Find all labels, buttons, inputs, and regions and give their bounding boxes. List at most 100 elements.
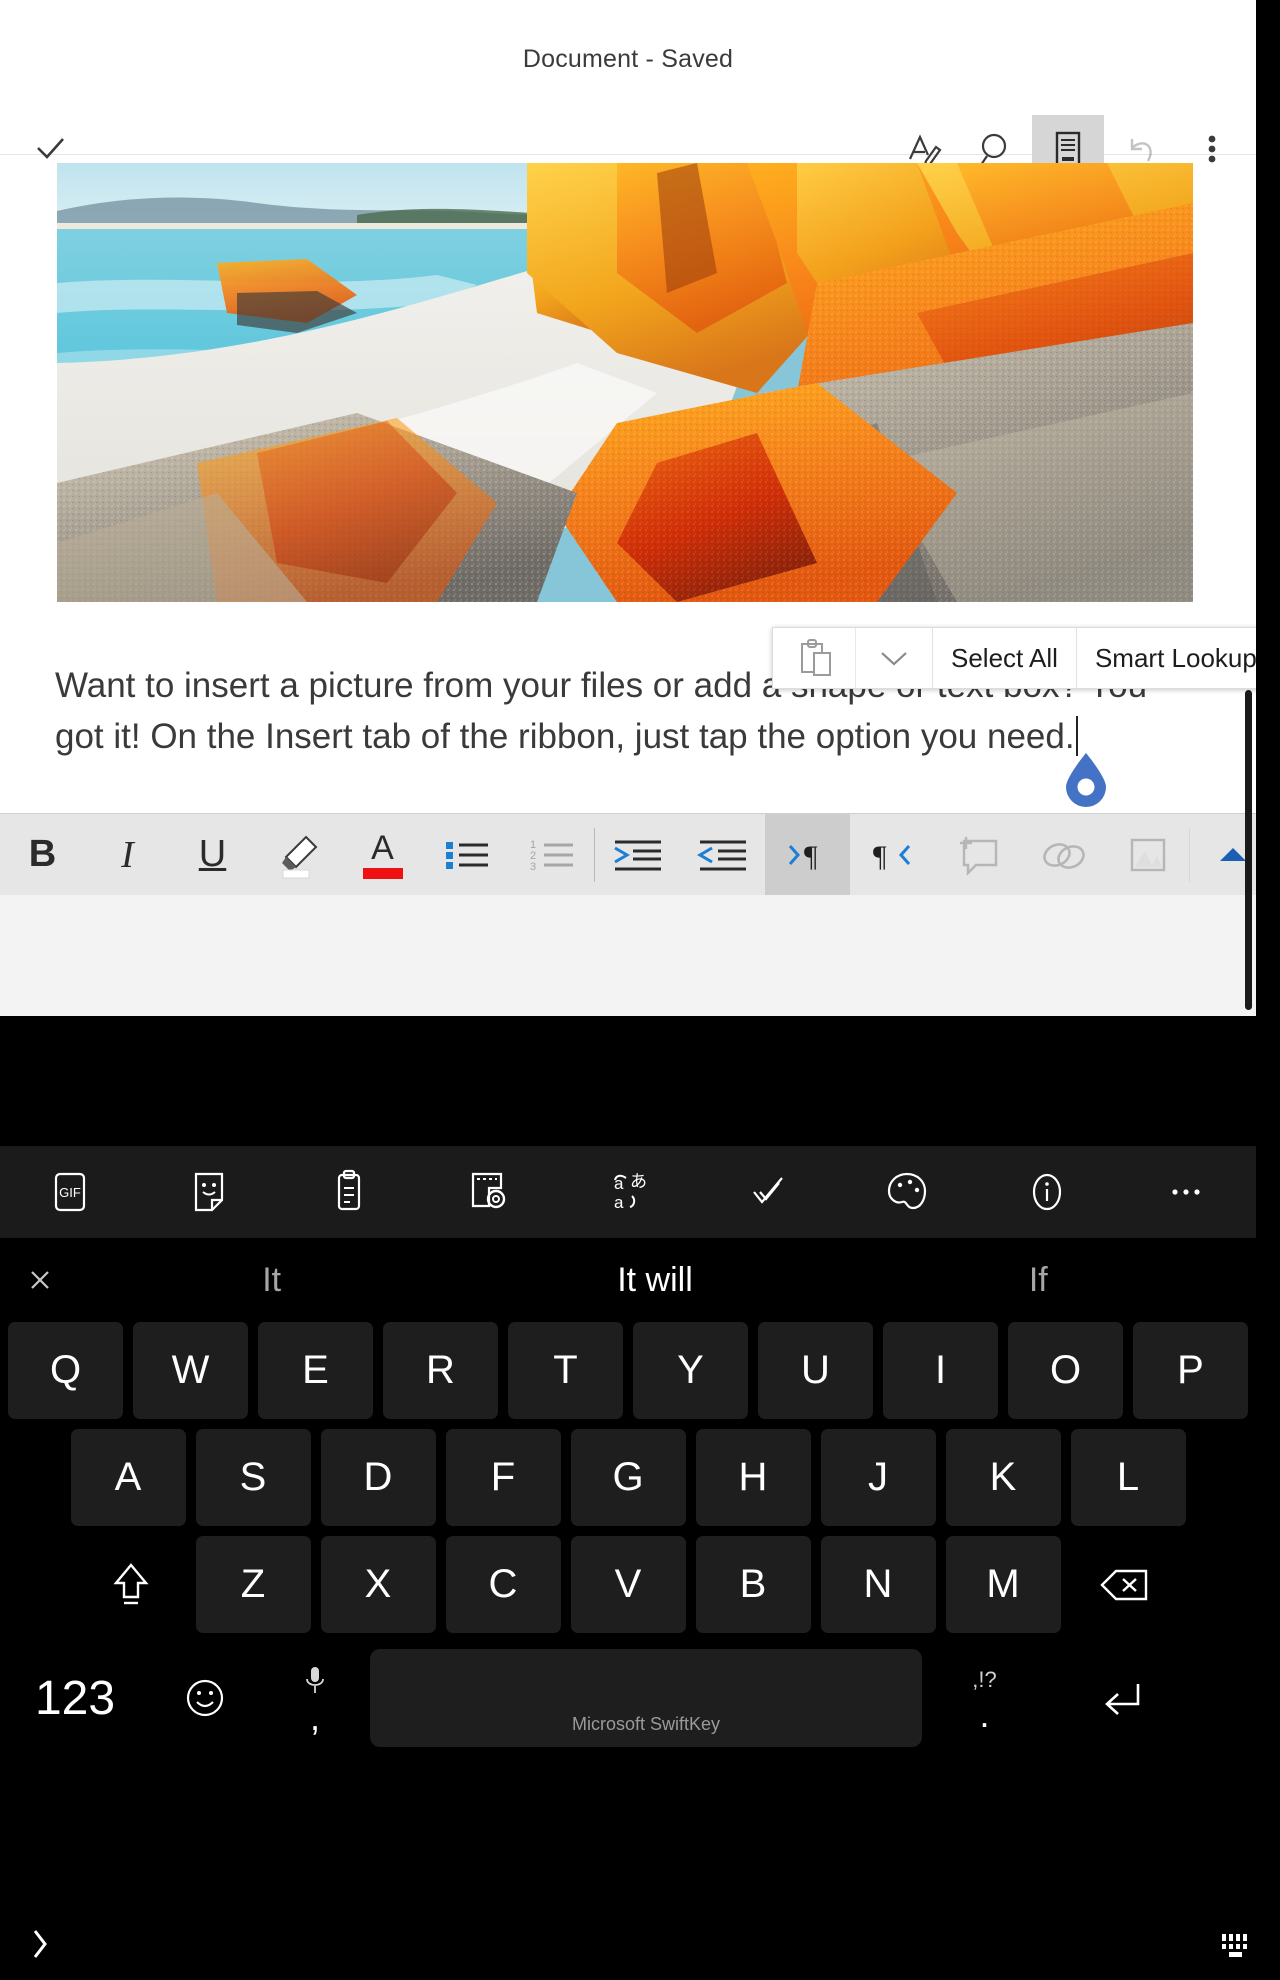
prediction-left[interactable]: It bbox=[80, 1261, 463, 1300]
link-button[interactable] bbox=[1020, 814, 1105, 895]
ltr-paragraph-button[interactable]: ¶ bbox=[765, 814, 850, 895]
link-icon bbox=[1042, 842, 1085, 869]
document-scrollbar[interactable] bbox=[1245, 690, 1252, 1010]
space-key[interactable]: Microsoft SwiftKey bbox=[370, 1649, 922, 1747]
increase-indent-button[interactable] bbox=[595, 814, 680, 895]
highlighter-icon bbox=[281, 835, 317, 878]
key-j[interactable]: J bbox=[820, 1429, 936, 1526]
customize-button[interactable] bbox=[419, 1146, 559, 1238]
key-d[interactable]: D bbox=[320, 1429, 436, 1526]
key-i[interactable]: I bbox=[883, 1322, 998, 1419]
info-icon bbox=[1032, 1173, 1061, 1211]
numbered-list-icon: 1 2 3 bbox=[530, 839, 573, 873]
backspace-icon bbox=[1099, 1569, 1147, 1600]
keyboard-row-3: Z X C V B N M bbox=[0, 1536, 1256, 1633]
key-r[interactable]: R bbox=[383, 1322, 498, 1419]
clipboard-button[interactable] bbox=[279, 1146, 419, 1238]
expand-menu-button[interactable] bbox=[856, 628, 933, 688]
app-keyboard-gap bbox=[0, 1016, 1280, 1146]
numbered-list-button[interactable]: 1 2 3 bbox=[510, 814, 595, 895]
picture-button[interactable] bbox=[1105, 814, 1190, 895]
bullet-list-icon bbox=[445, 841, 488, 869]
document-image[interactable] bbox=[57, 163, 1193, 602]
key-c[interactable]: C bbox=[445, 1536, 561, 1633]
hide-keyboard-button[interactable] bbox=[1214, 1924, 1258, 1964]
sticker-button[interactable] bbox=[140, 1146, 280, 1238]
key-u[interactable]: U bbox=[758, 1322, 873, 1419]
select-all-button[interactable]: Select All bbox=[933, 628, 1077, 688]
prediction-center[interactable]: It will bbox=[463, 1261, 846, 1300]
sticker-icon bbox=[195, 1172, 224, 1212]
key-g[interactable]: G bbox=[570, 1429, 686, 1526]
close-predictions-button[interactable] bbox=[0, 1263, 80, 1297]
key-n[interactable]: N bbox=[820, 1536, 936, 1633]
underline-button[interactable]: U bbox=[170, 814, 255, 895]
ribbon-spacer bbox=[0, 895, 1256, 1016]
key-p[interactable]: P bbox=[1133, 1322, 1248, 1419]
smart-lookup-button[interactable]: Smart Lookup bbox=[1077, 628, 1256, 688]
beach-rocks-illustration bbox=[57, 163, 1193, 602]
screen: Document - Saved Want to insert a pictur… bbox=[0, 0, 1280, 1980]
key-k[interactable]: K bbox=[945, 1429, 1061, 1526]
comment-button[interactable] bbox=[935, 814, 1020, 895]
info-button[interactable] bbox=[977, 1146, 1117, 1238]
decrease-indent-button[interactable] bbox=[680, 814, 765, 895]
key-b[interactable]: B bbox=[695, 1536, 811, 1633]
comma-label: , bbox=[309, 1696, 320, 1738]
key-v[interactable]: V bbox=[570, 1536, 686, 1633]
comma-key[interactable]: , bbox=[260, 1664, 370, 1738]
key-e[interactable]: E bbox=[258, 1322, 373, 1419]
right-edge bbox=[1256, 0, 1280, 1980]
bullet-list-button[interactable] bbox=[425, 814, 510, 895]
space-label: Microsoft SwiftKey bbox=[571, 1714, 721, 1734]
picture-icon bbox=[1130, 838, 1165, 871]
key-q[interactable]: Q bbox=[8, 1322, 123, 1419]
key-h[interactable]: H bbox=[695, 1429, 811, 1526]
text-cursor-handle[interactable] bbox=[1063, 751, 1109, 807]
key-o[interactable]: O bbox=[1008, 1322, 1123, 1419]
theme-button[interactable] bbox=[837, 1146, 977, 1238]
period-key[interactable]: ,!? . bbox=[922, 1667, 1047, 1732]
document-title: Document - Saved bbox=[522, 45, 734, 73]
font-color-label: A bbox=[371, 828, 394, 867]
key-w[interactable]: W bbox=[133, 1322, 248, 1419]
keyboard-row-2: A S D F G H J K L bbox=[0, 1429, 1256, 1526]
translator-button[interactable]: a あ a bbox=[558, 1146, 698, 1238]
key-l[interactable]: L bbox=[1070, 1429, 1186, 1526]
bold-button[interactable]: B bbox=[0, 814, 85, 895]
key-m[interactable]: M bbox=[945, 1536, 1061, 1633]
key-s[interactable]: S bbox=[195, 1429, 311, 1526]
rtl-paragraph-button[interactable]: ¶ bbox=[850, 814, 935, 895]
customize-icon bbox=[472, 1172, 506, 1209]
more-keyboard-options-button[interactable] bbox=[1117, 1146, 1257, 1238]
paste-button[interactable] bbox=[773, 628, 856, 688]
text-caret bbox=[1075, 716, 1078, 756]
formatting-toolbar: B I U A 1 2 3 ¶ ¶ bbox=[0, 813, 1256, 895]
font-color-button[interactable]: A bbox=[340, 814, 425, 895]
close-icon bbox=[31, 1271, 49, 1289]
enter-key[interactable] bbox=[1047, 1672, 1197, 1724]
key-y[interactable]: Y bbox=[633, 1322, 748, 1419]
more-icon bbox=[1172, 1189, 1200, 1195]
clipboard-icon bbox=[337, 1169, 361, 1211]
editor-button[interactable] bbox=[698, 1146, 838, 1238]
italic-label: I bbox=[121, 833, 134, 876]
key-a[interactable]: A bbox=[70, 1429, 186, 1526]
svg-text:¶: ¶ bbox=[804, 840, 818, 873]
highlight-button[interactable] bbox=[255, 814, 340, 895]
shift-key[interactable] bbox=[71, 1536, 191, 1633]
svg-text:3: 3 bbox=[530, 861, 536, 873]
backspace-key[interactable] bbox=[1066, 1536, 1186, 1633]
key-z[interactable]: Z bbox=[195, 1536, 311, 1633]
gif-button[interactable]: GIF bbox=[0, 1146, 140, 1238]
numbers-key[interactable]: 123 bbox=[0, 1671, 150, 1726]
emoji-key[interactable] bbox=[150, 1671, 260, 1725]
prediction-right[interactable]: If bbox=[847, 1261, 1230, 1300]
svg-text:¶: ¶ bbox=[873, 840, 887, 873]
underline-label: U bbox=[198, 833, 227, 875]
back-button[interactable] bbox=[18, 1922, 62, 1966]
key-x[interactable]: X bbox=[320, 1536, 436, 1633]
key-f[interactable]: F bbox=[445, 1429, 561, 1526]
italic-button[interactable]: I bbox=[85, 814, 170, 895]
key-t[interactable]: T bbox=[508, 1322, 623, 1419]
